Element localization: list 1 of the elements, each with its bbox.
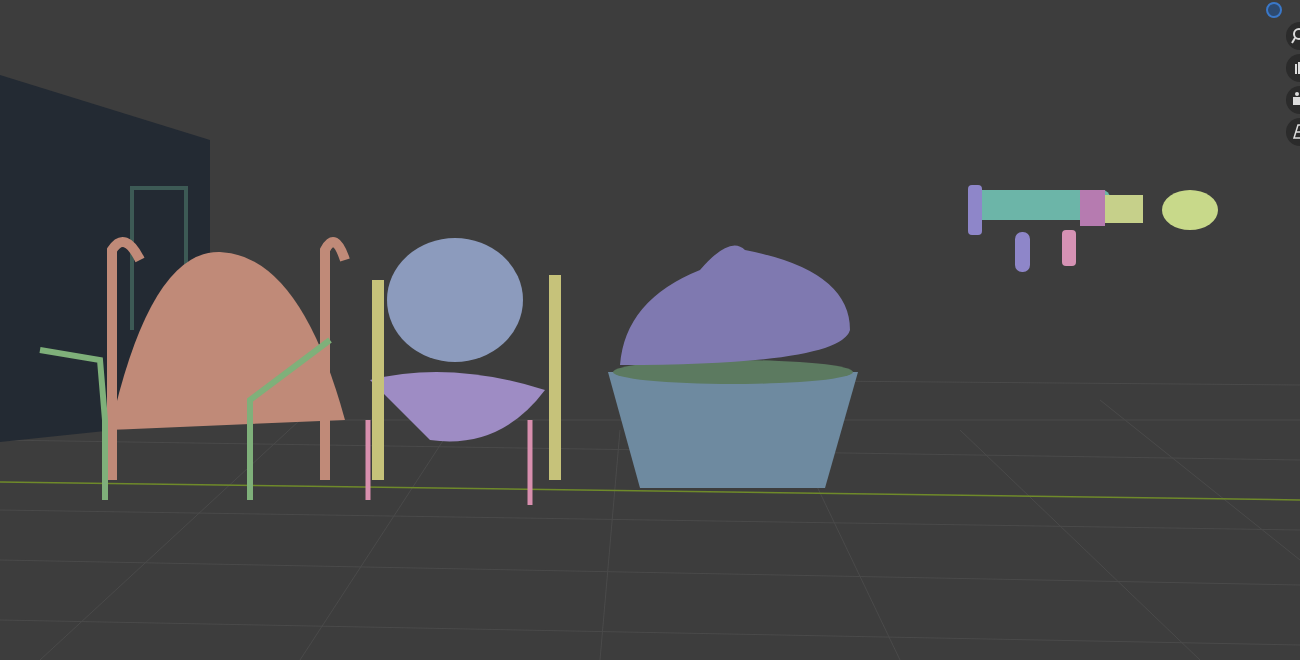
- origin-indicator-icon: [1266, 2, 1282, 18]
